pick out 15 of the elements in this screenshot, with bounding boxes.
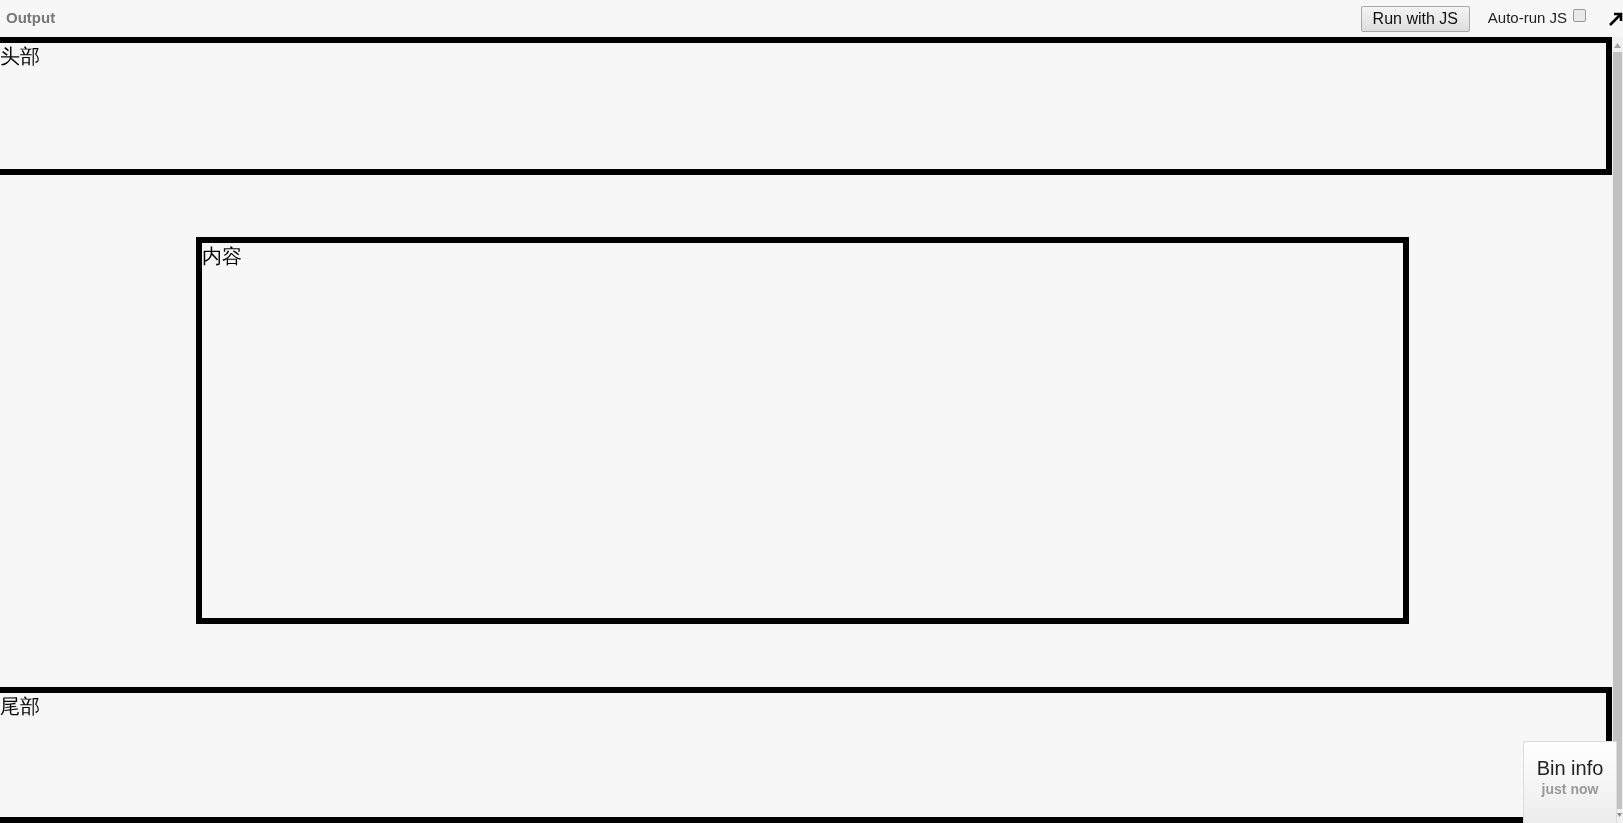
bin-info-time: just now <box>1541 780 1599 798</box>
panel-label: 头部 <box>0 44 40 69</box>
output-title: Output <box>6 8 56 29</box>
bin-info-title: Bin info <box>1536 756 1604 780</box>
scrollbar-thumb[interactable] <box>1613 52 1622 809</box>
diagonal-arrow-icon[interactable] <box>1609 11 1623 26</box>
triangle-down-icon[interactable] <box>1617 813 1622 817</box>
run-button[interactable]: Run with JS <box>1360 5 1470 32</box>
auto-run-checkbox[interactable] <box>1573 9 1586 22</box>
panel-label: 尾部 <box>0 694 40 719</box>
triangle-up-icon[interactable] <box>1614 43 1621 48</box>
bin-info-popup[interactable]: Bin info just now <box>1523 741 1617 823</box>
auto-run-label: Auto-run JS <box>1487 8 1567 29</box>
panel-label: 内容 <box>202 244 242 269</box>
scrollbar-track[interactable] <box>1612 37 1623 823</box>
